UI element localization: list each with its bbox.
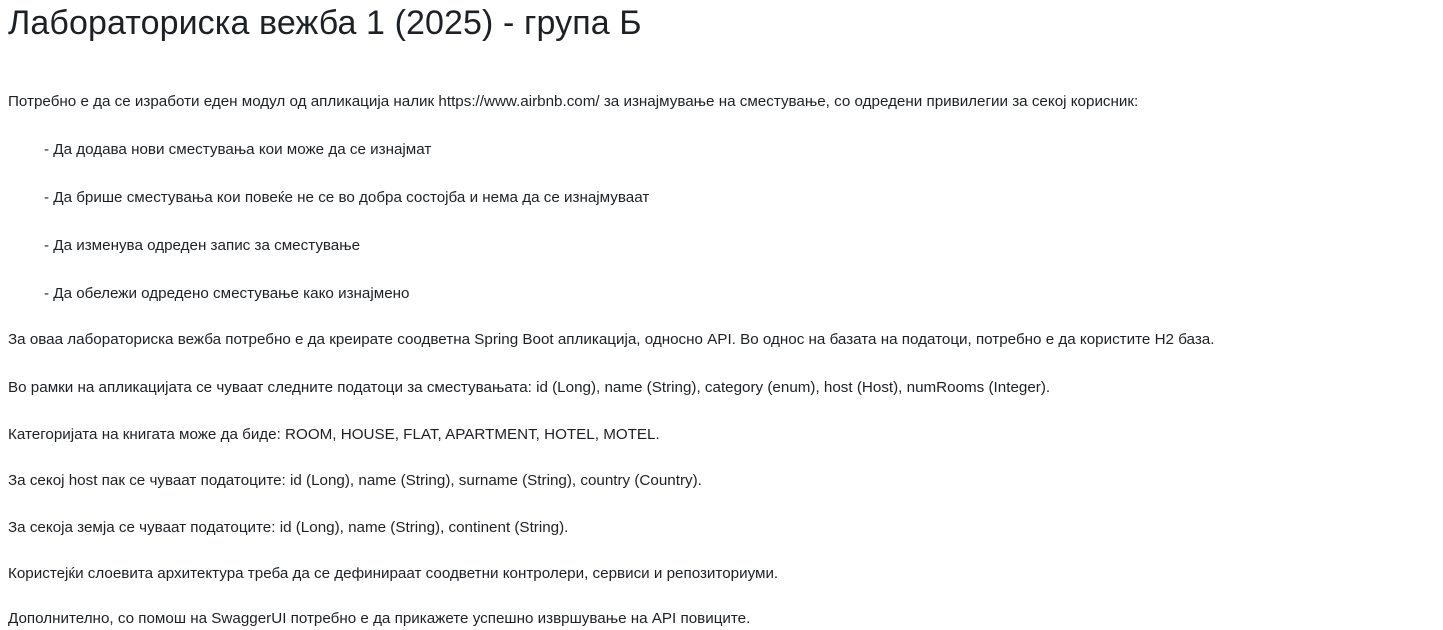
paragraph-host-fields: За секој host пак се чуваат податоците: … (8, 472, 702, 489)
paragraph-architecture: Користејќи слоевита архитектура треба да… (8, 565, 779, 582)
paragraph-spring-boot: За оваа лабораториска вежба потребно е д… (8, 331, 1215, 348)
paragraph-accommodation-fields: Во рамки на апликацијата се чуваат следн… (8, 379, 1051, 396)
requirement-item-mark-rented: - Да обележи одредено сместување како из… (44, 285, 410, 302)
paragraph-categories: Категоријата на книгата може да биде: RO… (8, 426, 660, 443)
requirement-item-edit: - Да изменува одреден запис за сместувањ… (44, 237, 361, 254)
requirement-item-delete: - Да брише сместувања кои повеќе не се в… (44, 189, 650, 206)
page-title: Лабораториска вежба 1 (2025) - група Б (8, 4, 642, 42)
intro-paragraph: Потребно е да се изработи еден модул од … (8, 93, 1139, 110)
requirement-item-add: - Да додава нови сместувања кои може да … (44, 141, 432, 158)
paragraph-country-fields: За секоја земја се чуваат податоците: id… (8, 519, 569, 536)
assignment-page: Лабораториска вежба 1 (2025) - група Б П… (0, 0, 1443, 630)
paragraph-swagger: Дополнително, со помош на SwaggerUI потр… (8, 610, 751, 627)
